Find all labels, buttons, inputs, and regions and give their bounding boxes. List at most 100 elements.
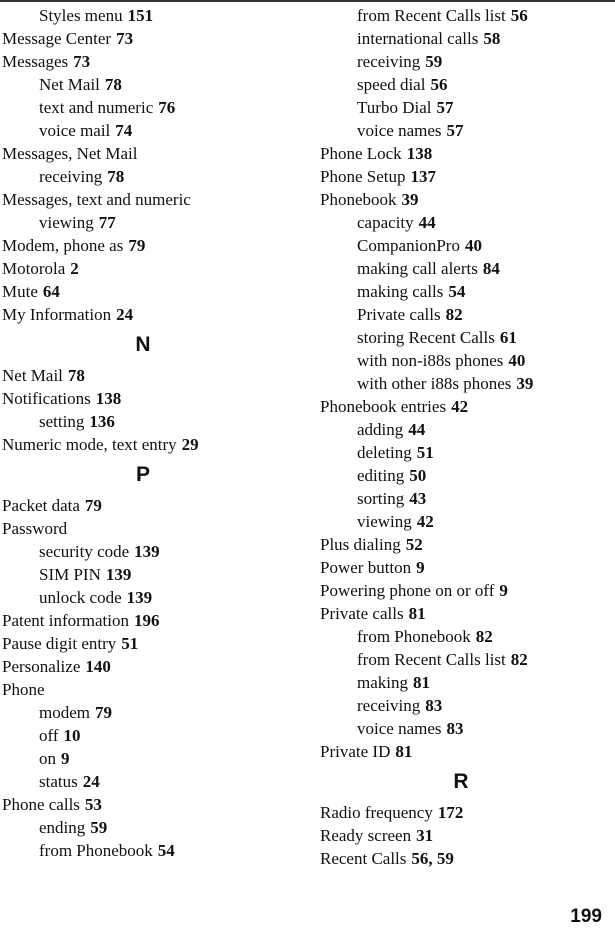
index-term: voice names xyxy=(357,121,442,140)
index-subentry: receiving 83 xyxy=(320,694,615,717)
page-reference[interactable]: 57 xyxy=(436,98,453,117)
index-term: Phonebook entries xyxy=(320,397,447,416)
page-reference[interactable]: 79 xyxy=(85,496,102,515)
page-reference[interactable]: 59 xyxy=(90,818,107,837)
page-reference[interactable]: 42 xyxy=(451,397,468,416)
page-reference[interactable]: 59 xyxy=(425,52,442,71)
index-entry: Modem, phone as 79 xyxy=(2,234,302,257)
index-subentry: from Recent Calls list 82 xyxy=(320,648,615,671)
page-reference[interactable]: 40 xyxy=(508,351,525,370)
page-reference[interactable]: 83 xyxy=(447,719,464,738)
page-reference[interactable]: 52 xyxy=(406,535,423,554)
page-reference[interactable]: 74 xyxy=(115,121,132,140)
page-reference[interactable]: 24 xyxy=(83,772,100,791)
index-entry: Phone Lock 138 xyxy=(320,142,615,165)
page-reference[interactable]: 31 xyxy=(416,826,433,845)
page-reference[interactable]: 42 xyxy=(417,512,434,531)
index-term: viewing xyxy=(39,213,94,232)
page-reference[interactable]: 61 xyxy=(500,328,517,347)
page-reference[interactable]: 81 xyxy=(409,604,426,623)
page-reference[interactable]: 81 xyxy=(395,742,412,761)
index-subentry: international calls 58 xyxy=(320,27,615,50)
index-term: from Phonebook xyxy=(39,841,153,860)
page-reference[interactable]: 9 xyxy=(499,581,508,600)
page-reference[interactable]: 139 xyxy=(134,542,160,561)
page-reference[interactable]: 79 xyxy=(95,703,112,722)
page-reference[interactable]: 57 xyxy=(447,121,464,140)
page-reference[interactable]: 51 xyxy=(121,634,138,653)
index-term: Motorola xyxy=(2,259,66,278)
page-reference[interactable]: 54 xyxy=(158,841,175,860)
page-reference[interactable]: 139 xyxy=(127,588,153,607)
page-reference[interactable]: 84 xyxy=(483,259,500,278)
page-reference[interactable]: 10 xyxy=(64,726,81,745)
page-reference[interactable]: 56, 59 xyxy=(411,849,454,868)
index-term: Phonebook xyxy=(320,190,397,209)
page-reference[interactable]: 138 xyxy=(407,144,433,163)
page-reference[interactable]: 78 xyxy=(107,167,124,186)
page-reference[interactable]: 78 xyxy=(68,366,85,385)
page-reference[interactable]: 51 xyxy=(417,443,434,462)
index-term: CompanionPro xyxy=(357,236,460,255)
page-reference[interactable]: 137 xyxy=(410,167,436,186)
page-reference[interactable]: 172 xyxy=(438,803,464,822)
page-reference[interactable]: 196 xyxy=(134,611,160,630)
page-reference[interactable]: 50 xyxy=(409,466,426,485)
page-reference[interactable]: 81 xyxy=(413,673,430,692)
page-reference[interactable]: 43 xyxy=(409,489,426,508)
page-reference[interactable]: 77 xyxy=(99,213,116,232)
page-reference[interactable]: 136 xyxy=(89,412,115,431)
page-reference[interactable]: 2 xyxy=(70,259,79,278)
page-reference[interactable]: 56 xyxy=(430,75,447,94)
index-term: Phone Setup xyxy=(320,167,406,186)
page-reference[interactable]: 139 xyxy=(106,565,132,584)
page-reference[interactable]: 39 xyxy=(516,374,533,393)
page-reference[interactable]: 151 xyxy=(128,6,154,25)
index-term: Private ID xyxy=(320,742,391,761)
index-subentry: voice names 57 xyxy=(320,119,615,142)
page-reference[interactable]: 73 xyxy=(73,52,90,71)
page-reference[interactable]: 44 xyxy=(408,420,425,439)
index-subentry: adding 44 xyxy=(320,418,615,441)
page-reference[interactable]: 140 xyxy=(85,657,111,676)
index-subentry: SIM PIN 139 xyxy=(2,563,302,586)
index-term: Messages xyxy=(2,52,69,71)
index-entry: Pause digit entry 51 xyxy=(2,632,302,655)
page-reference[interactable]: 58 xyxy=(483,29,500,48)
page-reference[interactable]: 9 xyxy=(61,749,70,768)
page-reference[interactable]: 78 xyxy=(105,75,122,94)
page-reference[interactable]: 54 xyxy=(448,282,465,301)
page-reference[interactable]: 53 xyxy=(85,795,102,814)
index-subentry: off 10 xyxy=(2,724,302,747)
index-entry: Personalize 140 xyxy=(2,655,302,678)
page-reference[interactable]: 76 xyxy=(158,98,175,117)
index-term: with non-i88s phones xyxy=(357,351,504,370)
page-reference[interactable]: 73 xyxy=(116,29,133,48)
index-subentry: text and numeric 76 xyxy=(2,96,302,119)
index-subentry: sorting 43 xyxy=(320,487,615,510)
index-term: receiving xyxy=(39,167,103,186)
page-number: 199 xyxy=(570,906,602,927)
page-reference[interactable]: 9 xyxy=(416,558,425,577)
page-reference[interactable]: 40 xyxy=(465,236,482,255)
page-reference[interactable]: 44 xyxy=(419,213,436,232)
index-term: Messages, text and numeric xyxy=(2,190,191,209)
index-term: Personalize xyxy=(2,657,81,676)
page-reference[interactable]: 24 xyxy=(116,305,133,324)
page-reference[interactable]: 64 xyxy=(43,282,60,301)
page-reference[interactable]: 82 xyxy=(476,627,493,646)
page-reference[interactable]: 56 xyxy=(511,6,528,25)
index-term: capacity xyxy=(357,213,414,232)
index-term: from Recent Calls list xyxy=(357,650,506,669)
index-term: with other i88s phones xyxy=(357,374,512,393)
page-reference[interactable]: 29 xyxy=(182,435,199,454)
page-reference[interactable]: 39 xyxy=(402,190,419,209)
index-term: receiving xyxy=(357,696,421,715)
index-subentry: Private calls 82 xyxy=(320,303,615,326)
page-reference[interactable]: 82 xyxy=(446,305,463,324)
page-reference[interactable]: 83 xyxy=(425,696,442,715)
page-reference[interactable]: 79 xyxy=(128,236,145,255)
page-reference[interactable]: 82 xyxy=(511,650,528,669)
page-reference[interactable]: 138 xyxy=(96,389,122,408)
index-subentry: viewing 42 xyxy=(320,510,615,533)
